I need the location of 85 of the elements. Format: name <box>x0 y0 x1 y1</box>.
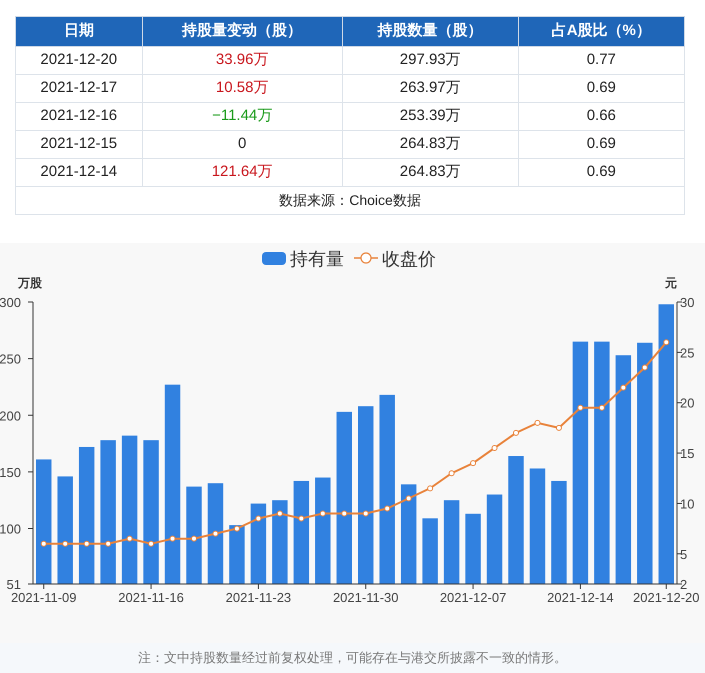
data-point <box>105 540 112 547</box>
data-point <box>556 424 562 431</box>
date-cell: 2021-12-16 <box>16 102 142 130</box>
data-point <box>62 540 68 547</box>
axis-label: 2021-12-20 <box>633 590 700 605</box>
ratio-cell: 0.69 <box>518 158 684 186</box>
column-header: 持股数量（股） <box>342 16 518 46</box>
axis-label: 2021-11-23 <box>226 590 292 605</box>
data-point <box>513 430 519 436</box>
data-point <box>427 485 434 492</box>
data-point <box>170 536 176 542</box>
axis-label: 150 <box>0 464 21 480</box>
bar <box>422 518 438 584</box>
axis-label: 2 <box>680 577 688 592</box>
data-point <box>126 536 133 542</box>
date-cell: 2021-12-17 <box>16 74 142 102</box>
holding-cell: 263.97万 <box>342 74 518 102</box>
column-header: 持股量变动（股） <box>142 16 342 46</box>
axis-label: 20 <box>680 396 694 411</box>
data-point <box>276 510 283 516</box>
data-point <box>642 364 648 370</box>
axis-title: 元 <box>665 276 677 290</box>
data-source: 数据来源：Choice数据 <box>16 186 684 214</box>
holding-cell: 264.83万 <box>342 158 518 186</box>
data-point <box>620 384 626 391</box>
data-point <box>598 404 605 411</box>
data-point <box>212 530 218 537</box>
data-point <box>663 339 670 346</box>
ratio-cell: 0.66 <box>518 102 684 130</box>
axis-label: 200 <box>0 408 21 424</box>
data-point <box>40 540 47 547</box>
data-point <box>298 516 304 522</box>
change-cell: 10.58万 <box>142 74 342 102</box>
data-point <box>320 510 326 516</box>
ratio-cell: 0.69 <box>518 130 684 158</box>
holding-cell: 297.93万 <box>342 46 518 74</box>
change-cell: 121.64万 <box>142 158 342 186</box>
date-cell: 2021-12-20 <box>16 46 142 74</box>
data-point <box>84 540 90 547</box>
data-point <box>492 445 498 452</box>
axis-title: 万股 <box>18 276 42 290</box>
data-point <box>406 495 412 502</box>
data-point <box>341 510 348 516</box>
bar <box>229 525 245 584</box>
change-cell: 0 <box>142 130 342 158</box>
axis-label: 2021-12-07 <box>440 590 506 605</box>
date-cell: 2021-12-15 <box>16 130 142 158</box>
legend-label[interactable]: 收盘价 <box>382 249 436 269</box>
legend-line-icon[interactable] <box>354 252 378 264</box>
data-point <box>534 420 540 426</box>
column-header: 日期 <box>16 16 142 46</box>
axis-label: 2021-12-14 <box>547 590 614 605</box>
data-point <box>362 510 369 516</box>
column-header: 占A股比（%） <box>518 16 684 46</box>
data-point <box>470 460 476 466</box>
change-cell: −11.44万 <box>142 102 342 130</box>
axis-label: 51 <box>6 577 21 592</box>
axis-label: 300 <box>0 295 21 310</box>
axis-label: 30 <box>680 295 694 310</box>
data-point <box>448 470 455 476</box>
legend-label[interactable]: 持有量 <box>290 249 344 269</box>
data-point <box>255 516 262 522</box>
axis-label: 2021-11-30 <box>332 590 398 605</box>
axis-label: 2021-11-16 <box>118 590 184 605</box>
footnote: 注：文中持股数量经过前复权处理，可能存在与港交所披露不一致的情形。 <box>138 649 567 668</box>
data-point <box>148 540 154 547</box>
axis-label: 100 <box>0 522 21 536</box>
axis-label: 250 <box>0 352 21 367</box>
holding-cell: 253.39万 <box>342 102 518 130</box>
data-point <box>384 505 390 512</box>
holding-cell: 264.83万 <box>342 130 518 158</box>
axis-label: 2021-11-09 <box>10 590 76 605</box>
ratio-cell: 0.69 <box>518 74 684 102</box>
data-point <box>577 404 584 411</box>
date-cell: 2021-12-14 <box>16 158 142 186</box>
data-point <box>191 536 197 542</box>
bar <box>465 514 481 584</box>
change-cell: 33.96万 <box>142 46 342 74</box>
axis-label: 10 <box>680 496 694 512</box>
axis-label: 15 <box>680 446 694 462</box>
ratio-cell: 0.77 <box>518 46 684 74</box>
axis-label: 5 <box>680 546 688 562</box>
data-point <box>234 526 240 532</box>
legend-bar-icon[interactable] <box>262 252 286 265</box>
axis-label: 25 <box>680 345 694 360</box>
